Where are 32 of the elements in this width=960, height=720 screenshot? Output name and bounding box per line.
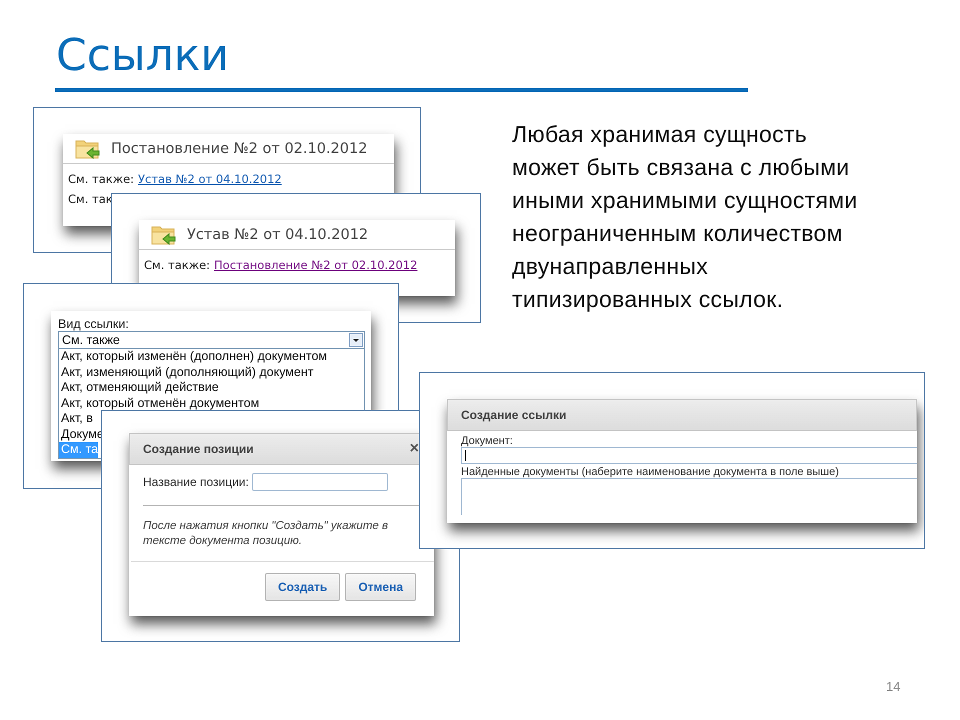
record-title: Устав №2 от 04.10.2012 [187, 227, 368, 243]
field-label: См. также: [144, 258, 210, 272]
page-number: 14 [886, 679, 900, 694]
close-button[interactable]: × [410, 440, 419, 458]
document-link[interactable]: Устав №2 от 04.10.2012 [138, 172, 282, 186]
option-item[interactable]: Акт, который изменён (дополнен) документом [59, 349, 328, 364]
option-item[interactable]: Акт, в [59, 411, 93, 426]
dialog-title: Создание позиции [143, 442, 254, 456]
cancel-button[interactable]: Отмена [345, 573, 416, 601]
option-item[interactable]: Акт, изменяющий (дополняющий) документ [59, 364, 314, 380]
field-label: См. также: [68, 172, 134, 186]
option-item[interactable]: Акт, который отменён документом [59, 396, 260, 411]
dialog-title: Создание ссылки [461, 408, 566, 422]
slide-text: Любая хранимая сущность может быть связана с любыми иными хранимыми сущностями неограниченным количеством двунаправленных типизированных ссылок. [512, 120, 859, 314]
input-field[interactable] [461, 447, 917, 464]
dropdown[interactable]: См. также [58, 331, 365, 349]
folder-icon [75, 138, 101, 160]
input-field[interactable] [252, 473, 388, 491]
caret-icon [349, 333, 363, 347]
field-label: См. так [68, 192, 113, 206]
document-link[interactable]: Постановление №2 от 02.10.2012 [214, 258, 418, 272]
option-item[interactable]: Акт, отменяющий действие [59, 380, 219, 396]
folder-icon [151, 224, 177, 246]
field-label: Документ: [461, 435, 514, 447]
slide-title: Ссылки [56, 30, 229, 81]
field-label: Вид ссылки: [58, 317, 130, 331]
create-button[interactable]: Создать [264, 573, 340, 601]
record-title: Постановление №2 от 02.10.2012 [111, 141, 368, 157]
field-label: Найденные документы (наберите наименование документа в поле выше) [461, 466, 840, 478]
field-label: Название позиции: [143, 475, 249, 489]
hint-text: После нажатия кнопки "Создать" укажите в тексте документа позицию. [142, 519, 389, 549]
result-list[interactable] [461, 478, 917, 515]
